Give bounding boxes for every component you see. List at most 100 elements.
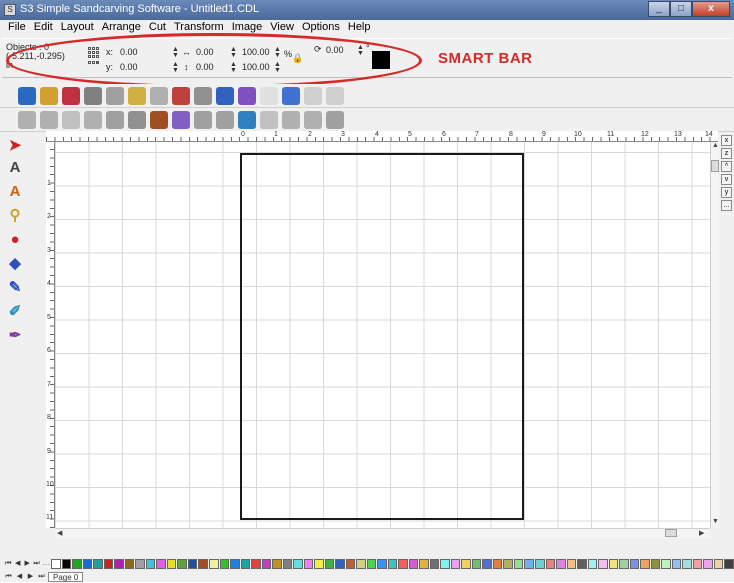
right-button[interactable]: v (721, 174, 732, 185)
paste-icon[interactable] (216, 87, 234, 105)
menu-layout[interactable]: Layout (57, 20, 98, 36)
palette-swatch[interactable] (724, 559, 734, 569)
palette-swatch[interactable] (482, 559, 492, 569)
palette-swatch[interactable] (124, 559, 135, 569)
palette-swatch[interactable] (293, 559, 303, 569)
palette-swatch[interactable] (82, 559, 93, 569)
palette-swatch[interactable] (240, 559, 251, 569)
palette-swatch[interactable] (577, 559, 587, 569)
tool-mode-icon[interactable] (304, 87, 322, 105)
palette-swatch[interactable] (366, 559, 377, 569)
palette-swatch[interactable] (587, 559, 598, 569)
palette-swatch[interactable] (166, 559, 177, 569)
new-file-icon[interactable] (18, 87, 36, 105)
right-button[interactable]: ... (721, 200, 732, 211)
palette-swatch[interactable] (356, 559, 366, 569)
palette-swatch[interactable] (566, 559, 577, 569)
horizontal-scroll-thumb[interactable] (665, 529, 677, 537)
import-icon[interactable] (128, 87, 146, 105)
fill-tool-icon[interactable]: ● (6, 231, 24, 249)
artistic-text-tool-icon[interactable]: A (6, 183, 24, 201)
weld-icon[interactable] (172, 111, 190, 129)
node-icon[interactable] (282, 111, 300, 129)
palette-swatch[interactable] (429, 559, 440, 569)
zoom-tool-icon[interactable]: ⚲ (6, 207, 24, 225)
palette-swatch[interactable] (419, 559, 429, 569)
cut-icon[interactable] (172, 87, 190, 105)
palette-swatch[interactable] (177, 559, 187, 569)
right-button[interactable]: y (721, 187, 732, 198)
page-tab[interactable]: Page 0 (48, 571, 84, 582)
scroll-left-arrow-icon[interactable]: ◀ (57, 529, 62, 537)
palette-more-icon[interactable]: … (42, 559, 50, 569)
frame-icon[interactable] (326, 111, 344, 129)
eraser-tool-icon[interactable]: ✐ (6, 303, 24, 321)
mirror-icon[interactable] (84, 111, 102, 129)
palette-swatch[interactable] (545, 559, 556, 569)
palette-swatch[interactable] (272, 559, 282, 569)
palette-first-icon[interactable]: ⏮ (4, 559, 12, 569)
color-tool-icon[interactable]: ◆ (6, 255, 24, 273)
horizontal-scrollbar[interactable]: ◀ ▶ (55, 528, 710, 538)
scroll-up-arrow-icon[interactable]: ▲ (712, 142, 719, 149)
zoom-icon[interactable] (238, 111, 256, 129)
node-mode-icon[interactable] (326, 87, 344, 105)
palette-swatch[interactable] (335, 559, 345, 569)
maximize-button[interactable]: □ (670, 1, 692, 17)
palette-swatch[interactable] (387, 559, 398, 569)
pencil-tool-icon[interactable]: ✎ (6, 279, 24, 297)
drawing-canvas[interactable] (55, 142, 710, 528)
palette-swatch[interactable] (324, 559, 335, 569)
palette-swatch[interactable] (650, 559, 661, 569)
palette-prev-icon[interactable]: ◀ (13, 559, 21, 569)
menu-arrange[interactable]: Arrange (98, 20, 145, 36)
palette-swatch[interactable] (450, 559, 461, 569)
palette-swatch[interactable] (114, 559, 124, 569)
palette-swatch[interactable] (440, 559, 450, 569)
minimize-button[interactable]: _ (648, 1, 670, 17)
palette-swatch[interactable] (251, 559, 261, 569)
right-button[interactable]: ^ (721, 161, 732, 172)
palette-swatch[interactable] (303, 559, 314, 569)
palette-swatch[interactable] (72, 559, 82, 569)
trim-icon[interactable] (194, 111, 212, 129)
palette-swatch[interactable] (282, 559, 293, 569)
palette-swatch[interactable] (682, 559, 692, 569)
palette-swatch[interactable] (608, 559, 619, 569)
palette-last-icon[interactable]: ⏭ (32, 559, 40, 569)
open-file-icon[interactable] (40, 87, 58, 105)
palette-swatch[interactable] (408, 559, 419, 569)
palette-swatch[interactable] (492, 559, 503, 569)
palette-next-icon[interactable]: ▶ (23, 559, 31, 569)
palette-swatch[interactable] (209, 559, 219, 569)
palette-swatch[interactable] (629, 559, 640, 569)
curve-icon[interactable] (304, 111, 322, 129)
menu-file[interactable]: File (4, 20, 30, 36)
palette-swatch[interactable] (661, 559, 671, 569)
palette-swatch[interactable] (513, 559, 524, 569)
close-button[interactable]: x (692, 1, 730, 17)
right-button[interactable]: z (721, 148, 732, 159)
palette-swatch[interactable] (314, 559, 324, 569)
palette-swatch[interactable] (398, 559, 408, 569)
align-icon[interactable] (106, 111, 124, 129)
page-next-icon[interactable]: ▶ (26, 572, 35, 582)
palette-swatch[interactable] (471, 559, 482, 569)
copy-icon[interactable] (194, 87, 212, 105)
vertical-scroll-thumb[interactable] (711, 160, 719, 172)
palette-swatch[interactable] (598, 559, 608, 569)
save-file-icon[interactable] (62, 87, 80, 105)
palette-swatch[interactable] (640, 559, 650, 569)
palette-swatch[interactable] (671, 559, 682, 569)
pointer-tool-icon[interactable]: ➤ (6, 137, 24, 155)
menu-options[interactable]: Options (298, 20, 344, 36)
palette-swatch[interactable] (261, 559, 272, 569)
fill-color-icon[interactable] (238, 87, 256, 105)
palette-swatch[interactable] (51, 559, 61, 569)
palette-swatch[interactable] (145, 559, 156, 569)
palette-swatch[interactable] (377, 559, 387, 569)
view-mode-icon[interactable] (260, 87, 278, 105)
pen-tool-icon[interactable]: ✒ (6, 327, 24, 345)
palette-swatch[interactable] (230, 559, 240, 569)
page-prev-icon[interactable]: ◀ (15, 572, 24, 582)
